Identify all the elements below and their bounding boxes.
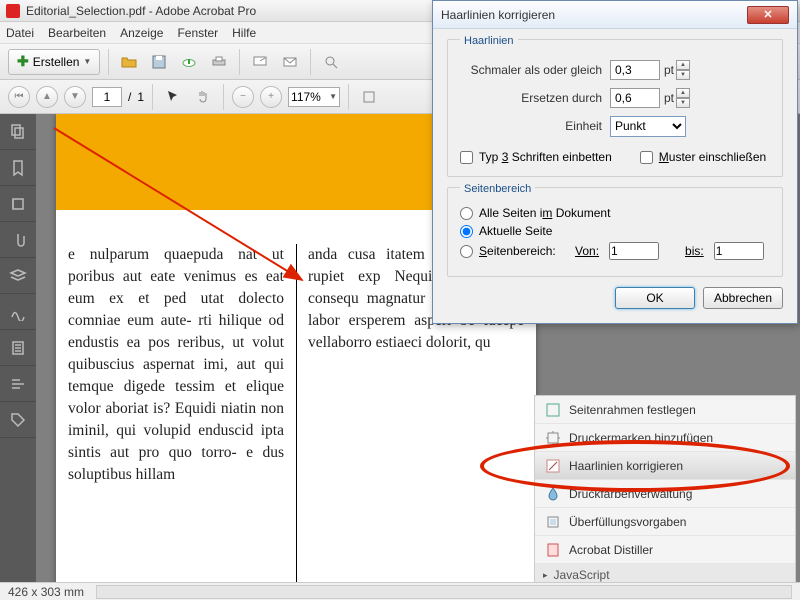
menu-window[interactable]: Fenster — [177, 26, 218, 40]
panel-item-haarlinien[interactable]: Haarlinien korrigieren — [535, 452, 795, 480]
panel-group-label: JavaScript — [554, 568, 610, 582]
panel-item-seitenrahmen[interactable]: Seitenrahmen festlegen — [535, 396, 795, 424]
navigation-pane — [0, 114, 36, 582]
all-pages-label: Alle Seiten im Dokument — [479, 206, 610, 220]
hairlines-group: Haarlinien Schmaler als oder gleich pt ▲… — [447, 39, 783, 177]
create-label: Erstellen — [33, 55, 80, 69]
thinner-spinner[interactable]: ▲▼ — [676, 60, 690, 80]
page-number-input[interactable] — [92, 87, 122, 107]
panel-item-distiller[interactable]: Acrobat Distiller — [535, 536, 795, 564]
print-button[interactable] — [207, 50, 231, 74]
group-label: Haarlinien — [460, 35, 518, 47]
mail-button[interactable] — [278, 50, 302, 74]
thinner-input[interactable] — [610, 60, 660, 80]
group-label: Seitenbereich — [460, 183, 535, 195]
tags-icon[interactable] — [0, 402, 36, 438]
replace-input[interactable] — [610, 88, 660, 108]
window-title: Editorial_Selection.pdf - Adobe Acrobat … — [26, 4, 256, 18]
layers-icon[interactable] — [0, 258, 36, 294]
thinner-label: Schmaler als oder gleich — [460, 63, 610, 77]
current-page-radio[interactable] — [460, 225, 473, 238]
first-page-button[interactable]: ⏮ — [8, 86, 30, 108]
page-dimensions: 426 x 303 mm — [8, 585, 84, 599]
cancel-button[interactable]: Abbrechen — [703, 287, 783, 309]
text-column-1: e nulparum quaepuda nat ut poribus aut e… — [56, 244, 296, 486]
replace-spinner[interactable]: ▲▼ — [676, 88, 690, 108]
panel-item-druckfarben[interactable]: Druckfarbenverwaltung — [535, 480, 795, 508]
create-button[interactable]: ✚ Erstellen ▼ — [8, 49, 100, 75]
page-range-radio[interactable] — [460, 245, 473, 258]
from-input[interactable] — [609, 242, 659, 260]
menu-edit[interactable]: Bearbeiten — [48, 26, 106, 40]
panel-item-ueberfuellung[interactable]: Überfüllungsvorgaben — [535, 508, 795, 536]
status-bar: 426 x 303 mm — [0, 582, 800, 600]
embed-type3-label: Typ 3 Schriften einbetten — [479, 150, 612, 164]
page-sep: / — [128, 90, 131, 104]
panel-label: Haarlinien korrigieren — [569, 459, 683, 473]
zoom-value: 117% — [291, 90, 321, 104]
embed-type3-checkbox[interactable] — [460, 151, 473, 164]
open-button[interactable] — [117, 50, 141, 74]
bookmarks-icon[interactable] — [0, 150, 36, 186]
replace-label: Ersetzen durch — [460, 91, 610, 105]
articles-icon[interactable] — [0, 330, 36, 366]
to-input[interactable] — [714, 242, 764, 260]
save-button[interactable] — [147, 50, 171, 74]
panel-label: Druckermarken hinzufügen — [569, 431, 713, 445]
read-mode-button[interactable] — [357, 85, 381, 109]
unit-pt: pt — [664, 91, 674, 105]
thumbnails-icon[interactable] — [0, 114, 36, 150]
chevron-down-icon: ▼ — [83, 57, 91, 66]
standards-icon[interactable] — [0, 294, 36, 330]
search-button[interactable] — [319, 50, 343, 74]
zoom-level-select[interactable]: 117% ▼ — [288, 87, 340, 107]
fix-hairlines-dialog: Haarlinien korrigieren ✕ Haarlinien Schm… — [432, 0, 798, 324]
dialog-titlebar[interactable]: Haarlinien korrigieren ✕ — [433, 1, 797, 29]
panel-label: Acrobat Distiller — [569, 543, 653, 557]
panel-item-druckermarken[interactable]: Druckermarken hinzufügen — [535, 424, 795, 452]
all-pages-radio[interactable] — [460, 207, 473, 220]
include-patterns-checkbox[interactable] — [640, 151, 653, 164]
page-range-label: Seitenbereich: — [479, 244, 565, 258]
current-page-label: Aktuelle Seite — [479, 224, 552, 238]
chevron-down-icon: ▼ — [329, 92, 337, 101]
hand-tool[interactable] — [191, 85, 215, 109]
select-tool[interactable] — [161, 85, 185, 109]
next-page-button[interactable]: ▼ — [64, 86, 86, 108]
menu-view[interactable]: Anzeige — [120, 26, 163, 40]
include-patterns-label: Muster einschließen — [659, 150, 766, 164]
zoom-in-button[interactable]: + — [260, 86, 282, 108]
cloud-button[interactable] — [177, 50, 201, 74]
app-icon — [6, 4, 20, 18]
signatures-icon[interactable] — [0, 186, 36, 222]
menu-help[interactable]: Hilfe — [232, 26, 256, 40]
unit-pt: pt — [664, 63, 674, 77]
page-range-group: Seitenbereich Alle Seiten im Dokument Ak… — [447, 187, 783, 277]
share-button[interactable] — [248, 50, 272, 74]
page-total: 1 — [137, 90, 144, 104]
prev-page-button[interactable]: ▲ — [36, 86, 58, 108]
panel-label: Druckfarbenverwaltung — [569, 487, 692, 501]
zoom-out-button[interactable]: − — [232, 86, 254, 108]
close-button[interactable]: ✕ — [747, 6, 789, 24]
from-label: Von: — [571, 244, 603, 258]
horizontal-scrollbar[interactable] — [96, 585, 792, 599]
unit-label: Einheit — [460, 119, 610, 133]
destinations-icon[interactable] — [0, 366, 36, 402]
menu-file[interactable]: Datei — [6, 26, 34, 40]
panel-label: Seitenrahmen festlegen — [569, 403, 696, 417]
to-label: bis: — [681, 244, 708, 258]
dialog-title: Haarlinien korrigieren — [441, 8, 555, 22]
attachments-icon[interactable] — [0, 222, 36, 258]
unit-select[interactable]: Punkt — [610, 116, 686, 137]
print-production-panel: Seitenrahmen festlegen Druckermarken hin… — [534, 395, 796, 587]
panel-label: Überfüllungsvorgaben — [569, 515, 686, 529]
ok-button[interactable]: OK — [615, 287, 695, 309]
plus-icon: ✚ — [17, 53, 29, 70]
